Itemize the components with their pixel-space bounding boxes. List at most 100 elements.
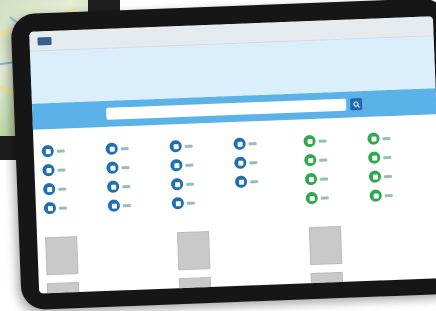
category-count-badge: [248, 142, 257, 146]
result-title[interactable]: [81, 234, 171, 237]
category-meta: [122, 184, 131, 189]
icon-glyph: [47, 205, 53, 211]
search-button[interactable]: [349, 98, 363, 111]
category-item[interactable]: [42, 163, 66, 177]
result-title[interactable]: [347, 270, 436, 273]
brand[interactable]: [37, 36, 52, 45]
category-item[interactable]: [368, 151, 392, 164]
icon-glyph: [175, 200, 181, 206]
globe-icon: [105, 142, 118, 155]
icon-glyph: [308, 176, 314, 182]
icon-glyph: [306, 138, 313, 144]
category-item[interactable]: [42, 182, 67, 196]
hero-link[interactable]: [30, 46, 434, 62]
result-text: [83, 278, 175, 293]
category-item[interactable]: [170, 158, 194, 172]
category-meta: [58, 205, 68, 210]
category-item[interactable]: [105, 142, 129, 155]
category-meta: [248, 141, 257, 146]
result-card[interactable]: [45, 232, 175, 279]
category-count-badge: [56, 149, 65, 153]
category-meta: [185, 163, 194, 167]
result-card[interactable]: [46, 278, 177, 294]
categories-section: [33, 114, 436, 229]
category-item[interactable]: [171, 196, 195, 210]
icon-glyph: [174, 181, 180, 187]
result-title[interactable]: [215, 275, 305, 278]
category-meta: [382, 136, 391, 141]
category-count-badge: [58, 187, 67, 191]
result-subtitle: [213, 229, 303, 232]
category-meta: [384, 193, 393, 198]
result-thumbnail[interactable]: [176, 231, 211, 271]
category-item[interactable]: [233, 137, 257, 151]
category-count-badge: [122, 185, 131, 189]
result-text: [213, 227, 305, 272]
result-thumbnail[interactable]: [45, 236, 79, 276]
category-meta: [318, 138, 327, 143]
category-item[interactable]: [106, 180, 131, 193]
category-item[interactable]: [234, 175, 259, 188]
factory-icon: [42, 182, 56, 196]
category-count-badge: [320, 196, 329, 200]
category-item[interactable]: [107, 199, 131, 212]
result-text: [81, 232, 173, 277]
result-thumbnail[interactable]: [308, 225, 343, 266]
category-meta: [186, 182, 195, 186]
result-title[interactable]: [213, 229, 303, 232]
category-count-badge: [121, 166, 130, 170]
home-icon: [170, 177, 184, 191]
category-item[interactable]: [41, 144, 65, 158]
category-item[interactable]: [303, 134, 327, 148]
category-item[interactable]: [369, 189, 393, 202]
category-item[interactable]: [305, 191, 329, 205]
result-thumbnail[interactable]: [310, 271, 345, 294]
icon-glyph: [109, 146, 115, 152]
category-item[interactable]: [304, 153, 328, 167]
truck-icon: [171, 196, 185, 210]
result-card[interactable]: [310, 268, 436, 294]
category-meta: [122, 203, 131, 208]
category-meta: [383, 155, 392, 160]
category-count-badge: [383, 174, 393, 179]
tablet-screen: [29, 16, 436, 294]
category-count-badge: [318, 139, 327, 143]
category-meta: [58, 186, 67, 191]
drop-icon: [42, 163, 55, 177]
category-meta: [383, 174, 393, 179]
category-item[interactable]: [367, 132, 391, 145]
result-card[interactable]: [308, 222, 436, 269]
result-subtitle: [83, 280, 173, 283]
result-card[interactable]: [176, 227, 307, 274]
category-meta: [319, 176, 329, 181]
category-count-badge: [383, 155, 392, 160]
category-item[interactable]: [368, 170, 393, 183]
result-thumbnail[interactable]: [46, 282, 81, 294]
hero-line: [30, 46, 434, 62]
result-title[interactable]: [345, 224, 435, 227]
result-subtitle: [215, 275, 305, 278]
bar-chart-icon: [369, 189, 382, 202]
tablet-device: [10, 0, 436, 311]
briefcase-icon: [368, 151, 381, 164]
category-item[interactable]: [170, 177, 195, 191]
icon-glyph: [45, 167, 52, 173]
category-item[interactable]: [43, 201, 68, 215]
icon-glyph: [237, 141, 243, 147]
category-item[interactable]: [169, 140, 193, 153]
result-card[interactable]: [178, 273, 309, 294]
result-thumbnail[interactable]: [178, 276, 213, 294]
layers-icon: [41, 144, 54, 158]
result-title[interactable]: [83, 280, 173, 283]
category-count-badge: [186, 201, 195, 205]
category-count-badge: [319, 177, 329, 181]
category-item[interactable]: [106, 161, 130, 174]
category-item[interactable]: [234, 156, 258, 169]
result-subtitle: [345, 224, 435, 227]
icon-glyph: [238, 179, 244, 185]
category-item[interactable]: [304, 172, 329, 186]
result-subtitle: [81, 234, 171, 237]
result-subtitle: [347, 270, 436, 273]
search-input[interactable]: [106, 98, 347, 120]
icon-glyph: [45, 148, 51, 154]
